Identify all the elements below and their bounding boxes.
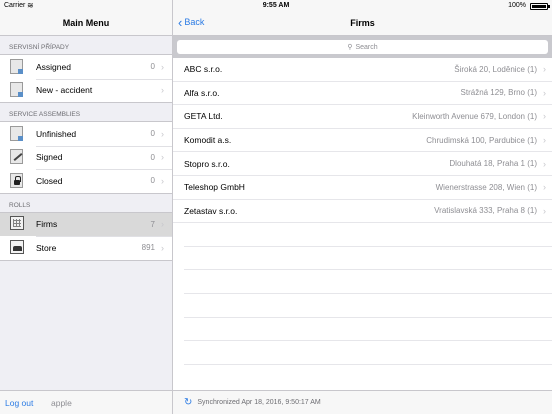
chevron-right-icon: ›: [161, 242, 164, 253]
master-title: Main Menu: [62, 18, 110, 28]
empty-row: [184, 247, 552, 271]
pen-icon: [10, 149, 23, 165]
chevron-right-icon: ›: [543, 158, 546, 169]
firm-name: ABC s.r.o.: [184, 64, 223, 75]
building-icon: [10, 216, 24, 231]
chevron-right-icon: ›: [161, 152, 164, 163]
search-icon: ⚲: [347, 44, 353, 51]
master-navbar: Main Menu: [0, 12, 172, 36]
menu-item-label: Unfinished: [36, 128, 77, 139]
menu-item-count: 0: [150, 152, 155, 162]
empty-row: [184, 318, 552, 342]
menu-item-unfinished[interactable]: Unfinished 0 ›: [0, 122, 172, 146]
master-panel: Main Menu SERVISNÍ PŘÍPADY Assigned 0 › …: [0, 12, 172, 414]
firm-address: Dlouhatá 18, Praha 1 (1): [449, 159, 537, 169]
empty-row: [184, 270, 552, 294]
logout-button[interactable]: Log out: [5, 398, 33, 408]
menu-item-count: 0: [150, 176, 155, 186]
lock-icon: [10, 172, 23, 188]
status-time: 9:55 AM: [262, 2, 290, 9]
menu-item-firms[interactable]: Firms 7 ›: [0, 212, 172, 236]
chevron-right-icon: ›: [543, 182, 546, 193]
section-service-assemblies: Unfinished 0 › Signed 0 › Closed 0 ›: [0, 121, 172, 194]
search-placeholder: Search: [355, 43, 378, 51]
menu-item-new-accident[interactable]: New - accident ›: [0, 78, 172, 103]
menu-item-signed[interactable]: Signed 0 ›: [0, 145, 172, 170]
firm-address: Strážná 129, Brno (1): [460, 88, 537, 98]
firm-address: Vratislavská 333, Praha 8 (1): [434, 206, 537, 216]
firm-address: Kleinworth Avenue 679, London (1): [412, 111, 537, 121]
chevron-right-icon: ›: [543, 87, 546, 98]
menu-item-label: Firms: [36, 219, 58, 230]
menu-item-count: 0: [150, 129, 155, 139]
document-icon: [10, 58, 23, 74]
page-title: Firms: [350, 18, 375, 28]
empty-row: [184, 341, 552, 365]
menu-item-store[interactable]: Store 891 ›: [0, 236, 172, 260]
chevron-right-icon: ›: [543, 135, 546, 146]
status-bar: Carrier ≋ 9:55 AM 100%: [0, 0, 552, 12]
document-icon: [10, 125, 23, 141]
chevron-right-icon: ›: [543, 111, 546, 122]
chevron-right-icon: ›: [161, 175, 164, 186]
firm-name: GETA Ltd.: [184, 111, 223, 122]
menu-item-count: 891: [141, 243, 155, 253]
firm-row[interactable]: Komodit a.s. Chrudimská 100, Pardubice (…: [173, 129, 552, 153]
firm-row[interactable]: ABC s.r.o. Široká 20, Loděnice (1) ›: [173, 58, 552, 82]
battery-percent: 100%: [508, 2, 526, 9]
chevron-right-icon: ›: [543, 64, 546, 75]
menu-item-closed[interactable]: Closed 0 ›: [0, 169, 172, 193]
chevron-right-icon: ›: [161, 128, 164, 139]
search-input[interactable]: ⚲ Search: [177, 40, 548, 54]
section-header-servisni-pripady: SERVISNÍ PŘÍPADY: [9, 44, 70, 51]
firm-row[interactable]: Zetastav s.r.o. Vratislavská 333, Praha …: [173, 200, 552, 224]
menu-item-count: 0: [150, 62, 155, 72]
menu-item-assigned[interactable]: Assigned 0 ›: [0, 55, 172, 79]
detail-panel: ‹ Back Firms ⚲ Search ABC s.r.o. Široká …: [173, 12, 552, 414]
firm-address: Wienerstrasse 208, Wien (1): [435, 182, 537, 192]
refresh-icon[interactable]: ↻: [184, 397, 192, 408]
empty-row: [184, 294, 552, 318]
section-header-rolls: ROLLS: [9, 201, 31, 209]
menu-item-label: Signed: [36, 152, 63, 163]
firm-name: Alfa s.r.o.: [184, 87, 220, 98]
firm-address: Chrudimská 100, Pardubice (1): [426, 135, 537, 145]
firm-row[interactable]: Alfa s.r.o. Strážná 129, Brno (1) ›: [173, 82, 552, 106]
section-header-service-assemblies: SERVICE ASSEMBLIES: [9, 111, 81, 118]
chevron-right-icon: ›: [161, 219, 164, 230]
detail-toolbar: ↻ Synchronized Apr 18, 2016, 9:50:17 AM: [173, 390, 552, 414]
battery-icon: [530, 3, 548, 10]
document-icon: [10, 82, 23, 98]
firm-name: Zetastav s.r.o.: [184, 205, 238, 216]
section-servisni-pripady: Assigned 0 › New - accident ›: [0, 54, 172, 103]
chevron-right-icon: ›: [161, 85, 164, 96]
firms-list: ABC s.r.o. Široká 20, Loděnice (1) › Alf…: [173, 58, 552, 365]
menu-item-count: 7: [150, 219, 155, 229]
firm-row[interactable]: Stopro s.r.o. Dlouhatá 18, Praha 1 (1) ›: [173, 152, 552, 176]
firm-row[interactable]: GETA Ltd. Kleinworth Avenue 679, London …: [173, 105, 552, 129]
chevron-right-icon: ›: [161, 61, 164, 72]
username-label: apple: [51, 398, 72, 408]
firm-address: Široká 20, Loděnice (1): [454, 64, 537, 74]
chevron-right-icon: ›: [543, 205, 546, 216]
empty-row: [184, 223, 552, 247]
menu-item-label: Closed: [36, 175, 63, 186]
firm-name: Stopro s.r.o.: [184, 158, 230, 169]
master-toolbar: Log out apple: [0, 390, 172, 414]
firm-name: Komodit a.s.: [184, 135, 232, 146]
sync-status: Synchronized Apr 18, 2016, 9:50:17 AM: [197, 399, 321, 406]
firm-row[interactable]: Teleshop GmbH Wienerstrasse 208, Wien (1…: [173, 176, 552, 200]
store-icon: [10, 239, 24, 254]
menu-item-label: Store: [36, 242, 57, 253]
menu-item-label: Assigned: [36, 61, 71, 72]
detail-navbar: ‹ Back Firms: [173, 12, 552, 36]
section-rolls: Firms 7 › Store 891 ›: [0, 211, 172, 261]
menu-item-label: New - accident: [36, 85, 93, 96]
firm-name: Teleshop GmbH: [184, 182, 245, 193]
search-bar: ⚲ Search: [173, 36, 552, 58]
